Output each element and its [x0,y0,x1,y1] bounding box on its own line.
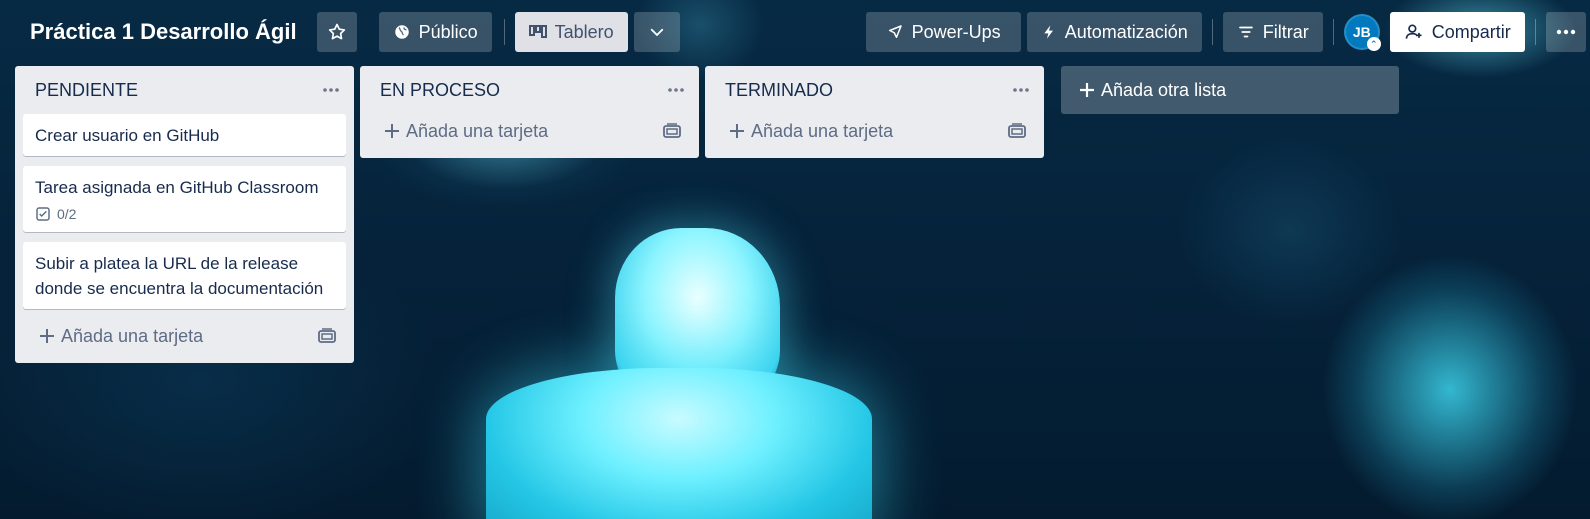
card[interactable]: Tarea asignada en GitHub Classroom 0/2 [23,166,346,232]
powerups-label: Power-Ups [911,21,1001,42]
views-dropdown-button[interactable] [633,12,680,52]
list-header: TERMINADO [713,66,1036,114]
filter-icon [1237,23,1255,41]
divider [1534,19,1536,45]
avatar-initials: JB [1352,24,1371,40]
automation-button[interactable]: Automatización [1026,12,1202,52]
share-button[interactable]: Compartir [1389,12,1525,52]
more-menu-button[interactable] [1545,12,1586,52]
add-card-button[interactable]: Añada una tarjeta [39,326,203,347]
card-title: Tarea asignada en GitHub Classroom [35,178,319,197]
divider [1332,19,1334,45]
add-list-button[interactable]: Añada otra lista [1061,66,1399,114]
member-avatar[interactable]: JB ⌃ [1343,14,1381,51]
filter-label: Filtrar [1262,21,1309,42]
card[interactable]: Subir a platea la URL de la release dond… [23,242,346,309]
card-template-icon[interactable] [1008,123,1026,139]
list-terminado[interactable]: TERMINADO Añada una tarjeta [705,66,1044,158]
visibility-label: Público [418,21,478,42]
add-card-label: Añada una tarjeta [61,325,204,346]
checklist-count: 0/2 [57,206,77,222]
board-view-label: Tablero [554,21,614,42]
more-icon [1556,29,1576,35]
chevron-down-icon [648,23,666,41]
list-header: PENDIENTE [23,66,346,114]
plus-icon [729,123,745,139]
list-pendiente[interactable]: PENDIENTE Crear usuario en GitHub Tarea … [15,66,354,363]
filter-button[interactable]: Filtrar [1222,12,1323,52]
card-template-icon[interactable] [663,123,681,139]
board-view-button[interactable]: Tablero [514,12,628,52]
card-title: Crear usuario en GitHub [35,126,220,145]
board-icon [528,24,547,40]
list-menu-icon[interactable] [322,87,340,93]
globe-icon [393,23,411,41]
star-button[interactable] [316,12,357,52]
add-card-label: Añada una tarjeta [751,120,894,141]
add-card-row: Añada una tarjeta [23,319,346,353]
add-list-label: Añada otra lista [1101,79,1227,100]
add-card-button[interactable]: Añada una tarjeta [384,121,548,142]
board-title[interactable]: Práctica 1 Desarrollo Ágil [16,12,311,52]
list-en-proceso[interactable]: EN PROCESO Añada una tarjeta [360,66,699,158]
plus-icon [39,328,55,344]
share-label: Compartir [1431,21,1511,42]
list-menu-icon[interactable] [1012,87,1030,93]
add-card-row: Añada una tarjeta [368,114,691,148]
automation-label: Automatización [1064,21,1188,42]
add-card-button[interactable]: Añada una tarjeta [729,121,893,142]
admin-chevron-icon: ⌃ [1366,37,1381,51]
powerups-button[interactable]: Power-Ups [865,12,1021,52]
plus-icon [1079,82,1095,98]
star-icon [327,22,347,42]
bolt-icon [1041,23,1057,41]
list-title[interactable]: PENDIENTE [35,80,138,101]
divider [503,19,505,45]
list-menu-icon[interactable] [667,87,685,93]
add-card-row: Añada una tarjeta [713,114,1036,148]
add-user-icon [1404,22,1424,42]
card-title: Subir a platea la URL de la release dond… [35,254,324,298]
card[interactable]: Crear usuario en GitHub [23,114,346,156]
list-title[interactable]: EN PROCESO [380,80,500,101]
checklist-badge: 0/2 [35,204,334,224]
list-header: EN PROCESO [368,66,691,114]
list-title[interactable]: TERMINADO [725,80,833,101]
rocket-icon [886,23,904,41]
checklist-icon [35,206,51,222]
background-jellyfish-bell [486,368,872,519]
divider [1211,19,1213,45]
plus-icon [384,123,400,139]
board-header: Práctica 1 Desarrollo Ágil Público Table… [0,0,1590,64]
card-template-icon[interactable] [318,328,336,344]
visibility-button[interactable]: Público [378,12,492,52]
add-card-label: Añada una tarjeta [406,120,549,141]
